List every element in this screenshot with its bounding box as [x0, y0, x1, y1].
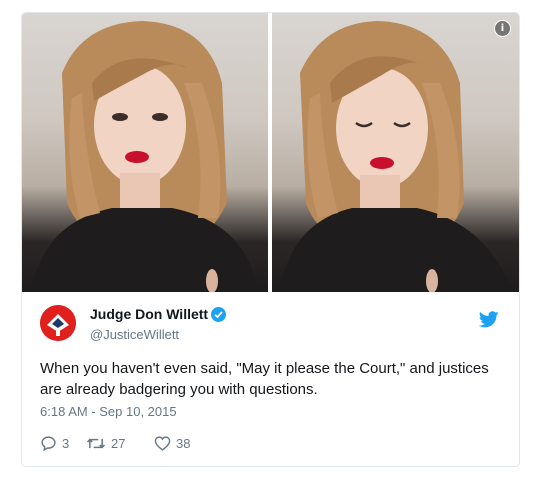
author-block: Judge Don Willett @JusticeWillett	[90, 306, 227, 342]
retweet-button[interactable]: 27	[86, 433, 125, 453]
like-count: 38	[176, 435, 191, 451]
retweet-count: 27	[111, 435, 126, 451]
tweet-timestamp[interactable]: 6:18 AM - Sep 10, 2015	[40, 404, 177, 419]
tweet-text: When you haven't even said, "May it plea…	[40, 360, 489, 398]
photo-right[interactable]: i	[272, 13, 519, 292]
avatar[interactable]	[40, 305, 76, 341]
twitter-bird-icon[interactable]	[479, 311, 499, 328]
author-handle[interactable]: @JusticeWillett	[90, 327, 226, 342]
tweet-media[interactable]: i	[22, 13, 519, 292]
photo-left[interactable]	[22, 13, 268, 292]
reply-button[interactable]: 3	[40, 433, 69, 453]
embedded-tweet-card[interactable]: i Judge Don Willett @JusticeWillett When…	[21, 12, 520, 467]
like-button[interactable]: 38	[154, 433, 190, 453]
like-icon	[154, 435, 171, 451]
retweet-icon	[86, 438, 106, 448]
info-icon[interactable]: i	[494, 20, 511, 37]
reply-icon	[41, 435, 56, 451]
verified-icon	[211, 307, 227, 322]
author-display-name[interactable]: Judge Don Willett	[90, 306, 208, 322]
tweet-header: Judge Don Willett @JusticeWillett	[40, 305, 501, 345]
reply-count: 3	[62, 435, 70, 451]
